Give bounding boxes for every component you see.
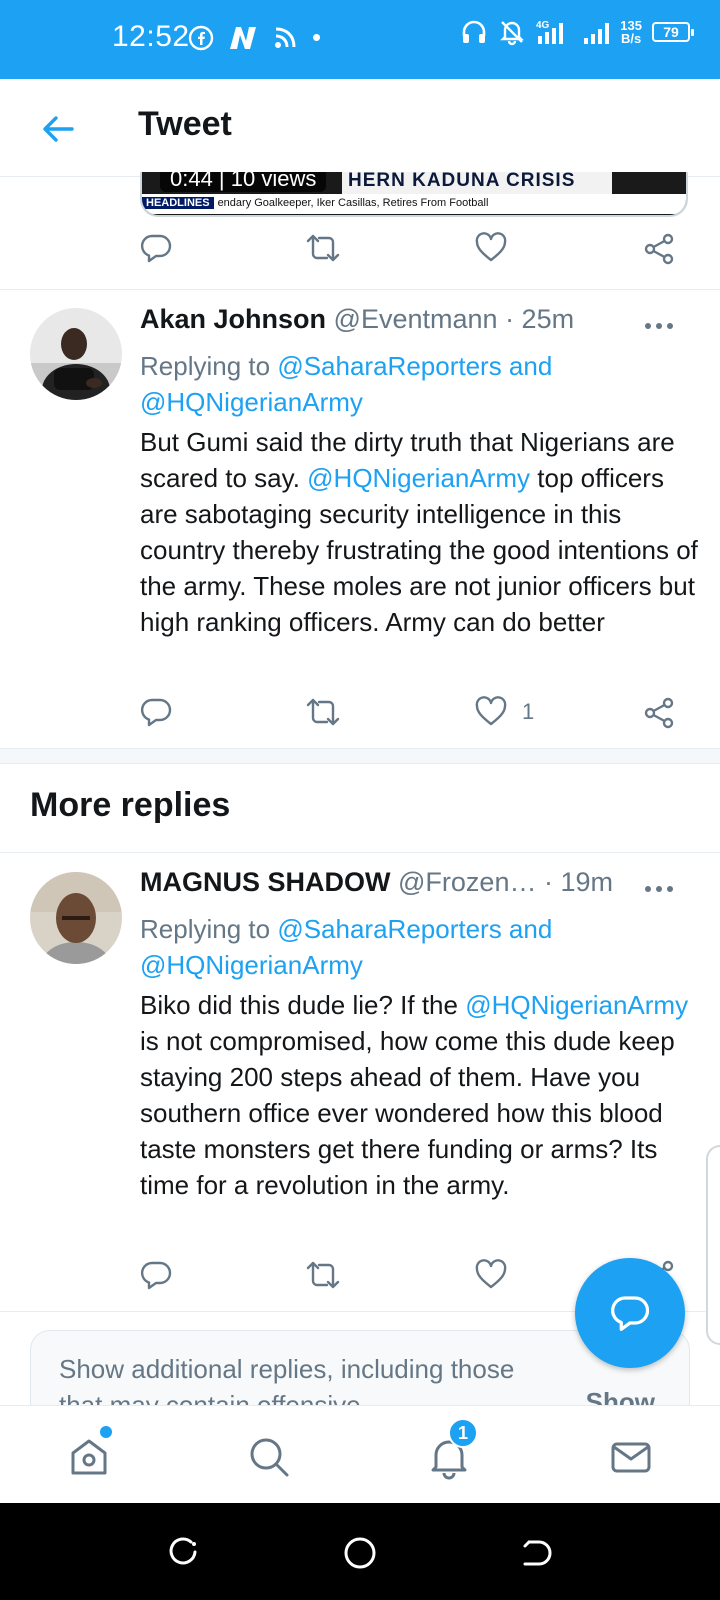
retweet-button[interactable]	[305, 696, 341, 728]
back-system-button[interactable]	[516, 1533, 556, 1573]
status-bar: 12:52 • 4G 135 B/s 79	[0, 0, 720, 79]
retweet-icon	[306, 698, 340, 726]
reply-button[interactable]	[140, 696, 172, 728]
section-divider	[0, 748, 720, 764]
tweet-header: Akan Johnson @Eventmann · 25m	[140, 304, 574, 335]
replying-to: Replying to @SaharaReporters and @HQNige…	[140, 351, 553, 417]
reply-button[interactable]	[140, 232, 172, 264]
recents-icon	[169, 1537, 197, 1565]
battery-icon: 79	[652, 22, 694, 42]
bottom-nav: 1	[0, 1405, 720, 1503]
author-handle: @Frozen…	[398, 867, 537, 897]
more-replies-heading: More replies	[30, 786, 231, 824]
search-icon	[250, 1438, 289, 1477]
news-app-icon	[228, 25, 258, 51]
mention-link[interactable]: @SaharaReporters and	[277, 351, 552, 381]
author-name[interactable]: Akan Johnson	[140, 304, 326, 334]
nav-notifications[interactable]: 1	[422, 1418, 478, 1484]
recents-button[interactable]	[164, 1533, 204, 1573]
circle-home-icon	[344, 1537, 376, 1569]
reply-icon	[140, 698, 172, 727]
svg-text:4G: 4G	[536, 20, 550, 31]
more-options-button[interactable]	[642, 879, 676, 899]
share-icon	[644, 697, 674, 729]
tweet-time: · 19m	[543, 867, 614, 897]
ticker-text: endary Goalkeeper, Iker Casillas, Retire…	[217, 197, 489, 209]
share-button[interactable]	[642, 696, 676, 730]
like-button[interactable]: 1	[474, 696, 534, 728]
ticker-tag: HEADLINES	[142, 197, 214, 209]
mute-bell-icon	[498, 18, 526, 46]
reply-icon	[611, 1296, 650, 1331]
facebook-icon	[188, 25, 214, 51]
retweet-button[interactable]	[305, 1259, 341, 1291]
mail-icon	[611, 1442, 651, 1473]
mention-link[interactable]: @SaharaReporters and	[277, 914, 552, 944]
page-title: Tweet	[138, 105, 232, 143]
heart-icon	[475, 696, 507, 726]
nav-messages[interactable]	[604, 1430, 658, 1484]
notifications-badge: 1	[448, 1418, 478, 1448]
notification-dot: •	[312, 22, 322, 52]
home-system-button[interactable]	[340, 1533, 380, 1573]
edge-panel-handle[interactable]	[706, 1145, 720, 1345]
home-icon	[71, 1439, 107, 1475]
more-options-button[interactable]	[642, 316, 676, 336]
home-unread-dot	[100, 1426, 112, 1438]
divider	[0, 852, 720, 853]
mention-link[interactable]: @HQNigerianArmy	[140, 387, 363, 417]
video-views: 0:44 | 10 views	[160, 172, 327, 192]
tweet-time: · 25m	[505, 304, 575, 334]
replying-to: Replying to @SaharaReporters and @HQNige…	[140, 914, 553, 980]
avatar[interactable]	[30, 308, 122, 400]
nav-home[interactable]	[62, 1426, 116, 1484]
signal-4g-icon: 4G	[536, 18, 572, 46]
reply-icon	[140, 234, 172, 263]
tweet-text: But Gumi said the dirty truth that Niger…	[140, 427, 698, 637]
signal-bars-icon	[582, 18, 610, 46]
signal-app-icon	[272, 25, 298, 51]
back-system-icon	[523, 1540, 552, 1566]
share-icon	[644, 233, 674, 265]
tweet-text: Biko did this dude lie? If the @HQNigeri…	[140, 990, 689, 1200]
avatar[interactable]	[30, 872, 122, 964]
back-arrow-icon	[43, 116, 74, 142]
mention-link[interactable]: @HQNigerianArmy	[140, 950, 363, 980]
retweet-button[interactable]	[305, 232, 341, 264]
mention-link[interactable]: @HQNigerianArmy	[307, 463, 530, 493]
like-count: 1	[522, 699, 535, 724]
status-time: 12:52	[112, 20, 190, 53]
heart-icon	[475, 1259, 507, 1289]
system-nav-bar	[0, 1503, 720, 1600]
share-button[interactable]	[642, 232, 676, 266]
nav-search[interactable]	[242, 1430, 296, 1484]
like-button[interactable]	[474, 1259, 522, 1291]
heart-icon	[475, 232, 507, 262]
reply-icon	[140, 1261, 172, 1290]
network-speed: 135 B/s	[620, 18, 642, 46]
author-name[interactable]: MAGNUS SHADOW	[140, 867, 391, 897]
video-ticker: HEADLINES endary Goalkeeper, Iker Casilla…	[142, 194, 686, 214]
back-button[interactable]	[36, 107, 80, 151]
reply-button[interactable]	[140, 1259, 172, 1291]
compose-reply-button[interactable]	[575, 1258, 685, 1368]
header: Tweet	[0, 79, 720, 177]
video-banner-text: HERN KADUNA CRISIS	[342, 172, 612, 194]
divider	[0, 289, 720, 290]
mention-link[interactable]: @HQNigerianArmy	[465, 990, 688, 1020]
author-handle: @Eventmann	[333, 304, 498, 334]
retweet-icon	[306, 234, 340, 262]
headphones-icon	[460, 18, 488, 46]
like-button[interactable]	[474, 232, 508, 264]
retweet-icon	[306, 1261, 340, 1289]
tweet-header: MAGNUS SHADOW @Frozen… · 19m	[140, 867, 613, 898]
video-preview[interactable]: HERN KADUNA CRISIS HEADLINES endary Goalk…	[140, 172, 688, 217]
